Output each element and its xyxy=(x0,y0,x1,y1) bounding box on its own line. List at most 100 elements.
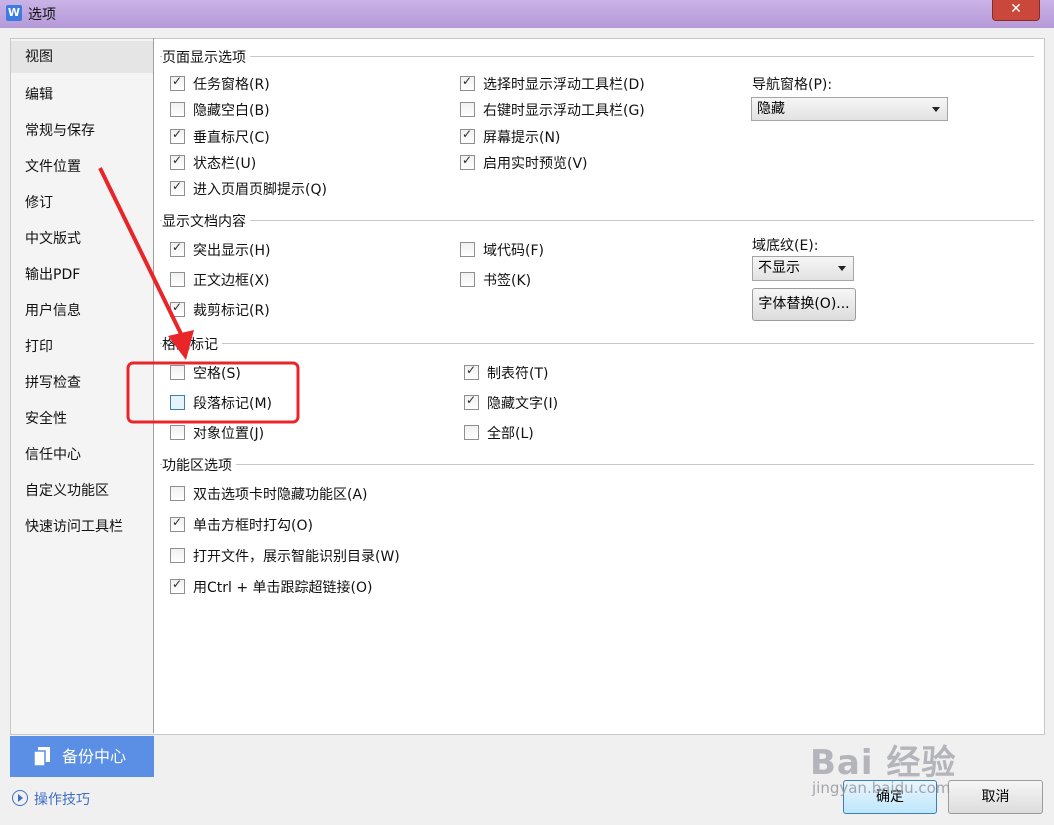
checkbox-label: 垂直标尺(C) xyxy=(193,130,270,146)
sidebar-item-trust-center[interactable]: 信任中心 xyxy=(25,444,81,464)
checkbox-box[interactable] xyxy=(460,74,475,91)
sidebar-item-output-pdf[interactable]: 输出PDF xyxy=(25,264,80,284)
checkbox-box[interactable] xyxy=(460,272,475,287)
checkbox-box[interactable] xyxy=(170,179,185,196)
sidebar: 视图 编辑 常规与保存 文件位置 修订 中文版式 输出PDF 用户信息 打印 拼… xyxy=(10,38,154,735)
checkbox-label: 选择时显示浮动工具栏(D) xyxy=(483,77,645,93)
checkbox-box[interactable] xyxy=(464,393,479,410)
checkbox-vertical-ruler[interactable]: 垂直标尺(C) xyxy=(170,127,270,147)
section-divider xyxy=(160,464,1034,465)
checkbox-label: 对象位置(J) xyxy=(193,426,265,442)
chevron-down-icon xyxy=(838,266,846,271)
checkbox-label: 启用实时预览(V) xyxy=(483,156,588,172)
checkbox-field-codes[interactable]: 域代码(F) xyxy=(460,240,544,260)
checkbox-box[interactable] xyxy=(170,272,185,287)
checkbox-crop-marks[interactable]: 裁剪标记(R) xyxy=(170,300,270,320)
options-panel xyxy=(154,38,1045,735)
close-button[interactable]: ✕ xyxy=(992,0,1040,21)
checkbox-screen-tips[interactable]: 屏幕提示(N) xyxy=(460,127,560,147)
sidebar-item-security[interactable]: 安全性 xyxy=(25,408,67,428)
checkbox-box[interactable] xyxy=(460,127,475,144)
checkbox-box[interactable] xyxy=(170,395,185,410)
checkbox-bookmarks[interactable]: 书签(K) xyxy=(460,270,531,290)
checkbox-box[interactable] xyxy=(170,515,185,532)
checkbox-live-preview[interactable]: 启用实时预览(V) xyxy=(460,153,588,173)
checkbox-tab-chars[interactable]: 制表符(T) xyxy=(464,363,548,383)
checkbox-text-boundaries[interactable]: 正文边框(X) xyxy=(170,270,270,290)
checkbox-paragraph-marks[interactable]: 段落标记(M) xyxy=(170,393,272,413)
checkbox-box[interactable] xyxy=(170,74,185,91)
section-title-ribbon: 功能区选项 xyxy=(162,455,236,475)
checkbox-float-toolbar-rightclick[interactable]: 右键时显示浮动工具栏(G) xyxy=(460,100,645,120)
checkbox-hidden-text[interactable]: 隐藏文字(I) xyxy=(464,393,558,413)
play-circle-icon xyxy=(12,790,28,806)
sidebar-item-quick-access-toolbar[interactable]: 快速访问工具栏 xyxy=(25,516,123,536)
checkbox-label: 进入页眉页脚提示(Q) xyxy=(193,182,327,198)
sidebar-item-spellcheck[interactable]: 拼写检查 xyxy=(25,372,81,392)
sidebar-item-general-save[interactable]: 常规与保存 xyxy=(25,120,95,140)
checkbox-all-marks[interactable]: 全部(L) xyxy=(464,423,534,443)
sidebar-item-file-location[interactable]: 文件位置 xyxy=(25,156,81,176)
sidebar-item-edit[interactable]: 编辑 xyxy=(25,84,53,104)
watermark-logo: Bai 经验 xyxy=(810,743,957,783)
cancel-button[interactable]: 取消 xyxy=(948,780,1043,814)
backup-center-button[interactable]: 备份中心 xyxy=(10,736,154,777)
checkbox-box[interactable] xyxy=(460,102,475,117)
checkbox-label: 任务窗格(R) xyxy=(193,77,270,93)
checkbox-box[interactable] xyxy=(170,240,185,257)
watermark: Bai 经验 jingyan.baidu.com xyxy=(810,735,957,797)
checkbox-box[interactable] xyxy=(170,300,185,317)
checkbox-label: 空格(S) xyxy=(193,366,241,382)
checkbox-label: 打开文件，展示智能识别目录(W) xyxy=(193,549,400,565)
checkbox-box[interactable] xyxy=(460,242,475,257)
checkbox-box[interactable] xyxy=(460,153,475,170)
checkbox-header-footer-hint[interactable]: 进入页眉页脚提示(Q) xyxy=(170,179,327,199)
section-title-page-display: 页面显示选项 xyxy=(162,47,250,67)
checkbox-task-pane[interactable]: 任务窗格(R) xyxy=(170,74,270,94)
checkbox-object-anchors[interactable]: 对象位置(J) xyxy=(170,423,264,443)
checkbox-box[interactable] xyxy=(170,486,185,501)
checkbox-smart-toc[interactable]: 打开文件，展示智能识别目录(W) xyxy=(170,546,400,566)
tips-link[interactable]: 操作技巧 xyxy=(12,788,90,809)
checkbox-box[interactable] xyxy=(464,425,479,440)
nav-pane-label: 导航窗格(P): xyxy=(752,77,833,93)
font-substitution-button[interactable]: 字体替换(O)... xyxy=(752,288,856,321)
checkbox-dblclick-hide-ribbon[interactable]: 双击选项卡时隐藏功能区(A) xyxy=(170,484,368,504)
checkbox-box[interactable] xyxy=(170,102,185,117)
checkbox-ctrl-click-link[interactable]: 用Ctrl + 单击跟踪超链接(O) xyxy=(170,577,372,597)
field-shading-select[interactable]: 不显示 xyxy=(752,256,854,281)
nav-pane-select[interactable]: 隐藏 xyxy=(751,97,948,121)
watermark-url: jingyan.baidu.com xyxy=(812,779,951,797)
checkbox-click-box-check[interactable]: 单击方框时打勾(O) xyxy=(170,515,313,535)
sidebar-item-revision[interactable]: 修订 xyxy=(25,192,53,212)
checkbox-status-bar[interactable]: 状态栏(U) xyxy=(170,153,256,173)
checkbox-hide-blank[interactable]: 隐藏空白(B) xyxy=(170,100,270,120)
checkbox-label: 域代码(F) xyxy=(483,243,544,259)
checkbox-label: 用Ctrl + 单击跟踪超链接(O) xyxy=(193,580,373,596)
title-bar: W 选项 ✕ xyxy=(0,0,1054,28)
app-icon: W xyxy=(6,5,22,21)
checkbox-box[interactable] xyxy=(464,363,479,380)
checkbox-box[interactable] xyxy=(170,153,185,170)
sidebar-item-view[interactable]: 视图 xyxy=(11,41,154,73)
checkbox-box[interactable] xyxy=(170,577,185,594)
checkbox-box[interactable] xyxy=(170,425,185,440)
checkbox-spaces[interactable]: 空格(S) xyxy=(170,363,241,383)
sidebar-item-user-info[interactable]: 用户信息 xyxy=(25,300,81,320)
checkbox-label: 突出显示(H) xyxy=(193,243,271,259)
sidebar-item-print[interactable]: 打印 xyxy=(25,336,53,356)
sidebar-item-chinese-layout[interactable]: 中文版式 xyxy=(25,228,81,248)
section-title-doc-content: 显示文档内容 xyxy=(162,211,250,231)
checkbox-box[interactable] xyxy=(170,548,185,563)
sidebar-item-customize-ribbon[interactable]: 自定义功能区 xyxy=(25,480,109,500)
checkbox-box[interactable] xyxy=(170,127,185,144)
checkbox-float-toolbar-select[interactable]: 选择时显示浮动工具栏(D) xyxy=(460,74,645,94)
checkbox-label: 正文边框(X) xyxy=(193,273,270,289)
checkbox-label: 书签(K) xyxy=(483,273,532,289)
section-divider xyxy=(160,220,1034,221)
checkbox-label: 右键时显示浮动工具栏(G) xyxy=(483,103,645,119)
checkbox-highlight[interactable]: 突出显示(H) xyxy=(170,240,270,260)
checkbox-box[interactable] xyxy=(170,365,185,380)
tips-label: 操作技巧 xyxy=(34,792,90,808)
section-title-format-marks: 格式标记 xyxy=(162,334,222,354)
